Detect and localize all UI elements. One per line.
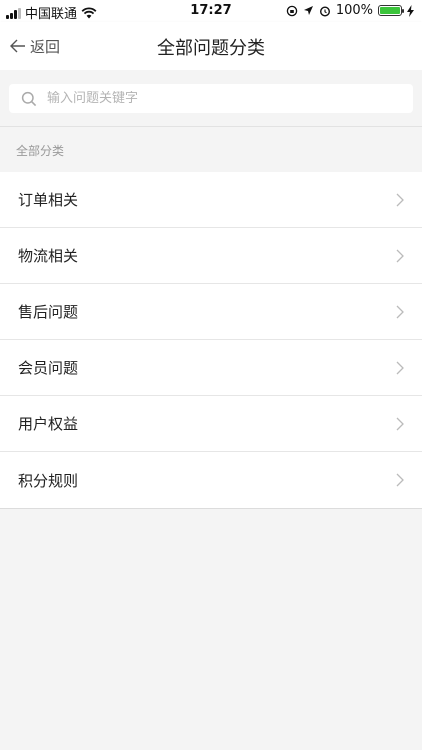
battery-percent: 100% (335, 3, 373, 18)
category-label: 用户权益 (18, 415, 79, 433)
page-title: 全部问题分类 (157, 38, 265, 59)
chevron-right-icon (396, 305, 404, 318)
search-icon (21, 91, 37, 106)
battery-icon (378, 5, 404, 16)
status-right: 100% (286, 3, 414, 18)
category-label: 售后问题 (18, 303, 79, 321)
category-item-logistics[interactable]: 物流相关 (0, 228, 422, 284)
rotation-lock-icon (286, 5, 298, 16)
chevron-right-icon (396, 249, 404, 262)
search-box[interactable] (9, 84, 413, 113)
search-input[interactable] (47, 91, 377, 106)
chevron-right-icon (396, 361, 404, 374)
category-label: 物流相关 (18, 247, 79, 265)
chevron-right-icon (396, 473, 404, 487)
category-list: 订单相关 物流相关 售后问题 会员问题 用户权益 积分规则 (0, 172, 422, 509)
divider (0, 126, 422, 127)
chevron-right-icon (396, 193, 404, 206)
alarm-icon (319, 5, 330, 17)
category-item-orders[interactable]: 订单相关 (0, 172, 422, 228)
chevron-right-icon (396, 417, 404, 430)
battery-fill (380, 7, 400, 14)
category-item-membership[interactable]: 会员问题 (0, 340, 422, 396)
section-label: 全部分类 (16, 144, 65, 158)
category-label: 订单相关 (18, 191, 79, 209)
nav-bar: 返回 全部问题分类 (0, 22, 422, 70)
category-item-points-rules[interactable]: 积分规则 (0, 452, 422, 508)
category-item-after-sales[interactable]: 售后问题 (0, 284, 422, 340)
category-item-user-rights[interactable]: 用户权益 (0, 396, 422, 452)
status-bar: 中国联通 17:27 100% (0, 0, 422, 22)
category-label: 积分规则 (18, 471, 79, 490)
charging-icon (407, 4, 414, 17)
search-area (0, 70, 422, 126)
category-label: 会员问题 (18, 359, 79, 377)
location-icon (303, 6, 313, 15)
